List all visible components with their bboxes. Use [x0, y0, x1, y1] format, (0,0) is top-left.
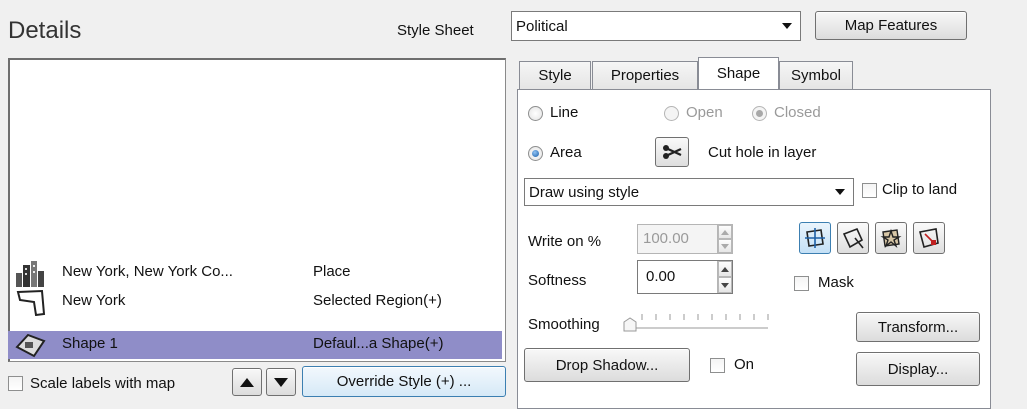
write-on-label: Write on % [528, 233, 602, 250]
softness-value: 0.00 [646, 268, 676, 285]
scissors-icon [663, 145, 682, 159]
line-radio[interactable] [528, 106, 543, 121]
area-radio[interactable] [528, 146, 543, 161]
crosshair-shape-icon [805, 228, 825, 248]
smoothing-label: Smoothing [528, 316, 600, 333]
spin-up-icon [721, 229, 729, 235]
area-label: Area [550, 144, 582, 161]
softness-label: Softness [528, 272, 587, 289]
smoothing-slider[interactable] [622, 304, 772, 332]
shadow-on-label: On [734, 356, 755, 373]
closed-label: Closed [774, 104, 821, 121]
closed-radio[interactable] [752, 106, 767, 121]
draw-using-dropdown[interactable]: Draw using style [524, 178, 854, 206]
shape-tool-button-4[interactable] [913, 222, 945, 254]
draw-using-value: Draw using style [529, 183, 640, 201]
spin-down-icon [721, 243, 729, 249]
clip-to-land-label: Clip to land [882, 181, 958, 198]
transform-button[interactable]: Transform... [856, 312, 980, 342]
softness-input[interactable]: 0.00 [637, 260, 733, 294]
softness-spinner[interactable] [717, 261, 732, 293]
write-on-input[interactable]: 100.00 [637, 224, 733, 254]
cut-hole-label: Cut hole in layer [708, 144, 817, 161]
spin-down-icon [721, 282, 729, 288]
shape-tool-button-3[interactable] [875, 222, 907, 254]
open-label: Open [686, 104, 723, 121]
write-on-spinner[interactable] [717, 225, 732, 253]
drop-shadow-button[interactable]: Drop Shadow... [524, 348, 690, 382]
shape-tool-button-2[interactable] [837, 222, 869, 254]
line-label: Line [550, 104, 579, 121]
open-radio[interactable] [664, 106, 679, 121]
star-shape-icon [880, 228, 902, 249]
write-on-value: 100.00 [643, 230, 689, 247]
shadow-on-checkbox[interactable] [710, 358, 725, 373]
shape-panel-content: Line Open Closed Area Cut hole in layer … [0, 0, 1027, 403]
shape-tool-button-1[interactable] [799, 222, 831, 254]
node-edit-icon [919, 228, 939, 248]
mask-checkbox[interactable] [794, 276, 809, 291]
polygon-edit-icon [842, 227, 864, 249]
cut-hole-button[interactable] [655, 137, 689, 167]
chevron-down-icon [835, 189, 845, 195]
clip-to-land-checkbox[interactable] [862, 183, 877, 198]
mask-label: Mask [818, 274, 854, 291]
slider-thumb [623, 317, 637, 332]
spin-up-icon [721, 266, 729, 272]
display-button[interactable]: Display... [856, 352, 980, 386]
